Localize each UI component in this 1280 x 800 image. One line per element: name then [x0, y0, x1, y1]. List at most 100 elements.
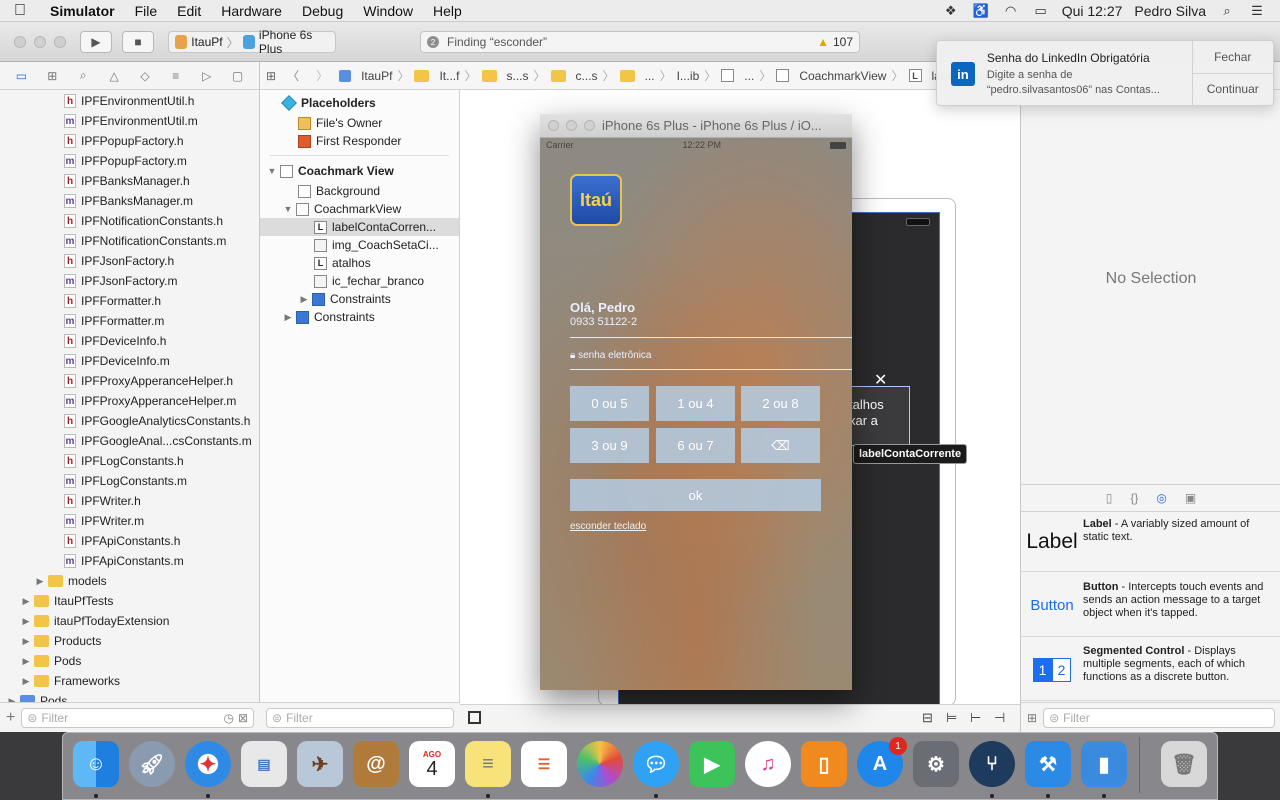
- preview-icon[interactable]: ▤: [241, 741, 287, 787]
- disclosure-closed-icon[interactable]: ▶: [298, 294, 310, 305]
- library-item-button[interactable]: Button Button - Intercepts touch events …: [1021, 575, 1280, 637]
- disclosure-closed-icon[interactable]: ▶: [20, 616, 32, 627]
- window-zoom-button[interactable]: [54, 36, 66, 48]
- source-control-filter-icon[interactable]: ⊠: [238, 711, 248, 725]
- crumb-2[interactable]: s...s: [507, 69, 529, 83]
- simulator-screen[interactable]: Carrier 12:22 PM Itaú Olá, Pedro 0933 51…: [540, 138, 852, 690]
- key-3-or-9[interactable]: 3 ou 9: [570, 428, 649, 463]
- navigator-filter[interactable]: ⊜ Filter ◷ ⊠: [21, 707, 254, 728]
- file-item[interactable]: m IPFDeviceInfo.m: [0, 351, 259, 371]
- file-item[interactable]: h IPFDeviceInfo.h: [0, 331, 259, 351]
- crumb-4[interactable]: ...: [645, 69, 655, 83]
- menu-clock[interactable]: Qui 12:27: [1062, 3, 1123, 19]
- notification-close-button[interactable]: Fechar: [1192, 41, 1273, 74]
- window-close-button[interactable]: [14, 36, 26, 48]
- itunes-icon[interactable]: ♫: [745, 741, 791, 787]
- menu-app-name[interactable]: Simulator: [40, 3, 125, 19]
- file-item[interactable]: h IPFPopupFactory.h: [0, 131, 259, 151]
- reminders-icon[interactable]: ☰: [521, 741, 567, 787]
- file-item[interactable]: m IPFFormatter.m: [0, 311, 259, 331]
- recent-files-icon[interactable]: ◷: [223, 711, 233, 725]
- group-item[interactable]: ▶ Pods: [0, 651, 259, 671]
- finder-icon[interactable]: ☺: [73, 741, 119, 787]
- crumb-5[interactable]: I...ib: [677, 69, 700, 83]
- warnings-indicator[interactable]: ▲ 107: [817, 35, 853, 49]
- library-item-segmented-control[interactable]: 1 2 Segmented Control - Displays multipl…: [1021, 639, 1280, 701]
- key-2-or-8[interactable]: 2 ou 8: [741, 386, 820, 421]
- calendar-icon[interactable]: AGO 4: [409, 741, 455, 787]
- file-item[interactable]: h IPFGoogleAnalyticsConstants.h: [0, 411, 259, 431]
- safari-icon[interactable]: ✦: [185, 741, 231, 787]
- group-item[interactable]: ▶ Frameworks: [0, 671, 259, 691]
- file-item[interactable]: m IPFApiConstants.m: [0, 551, 259, 571]
- ok-button[interactable]: ok: [570, 479, 821, 511]
- file-item[interactable]: h IPFProxyApperanceHelper.h: [0, 371, 259, 391]
- search-icon[interactable]: ⌕: [74, 68, 92, 84]
- outline-label-conta-corrente[interactable]: L labelContaCorren...: [260, 218, 459, 236]
- crumb-project[interactable]: ItauPf: [361, 69, 392, 83]
- notification-continue-button[interactable]: Continuar: [1193, 74, 1273, 106]
- contacts-icon[interactable]: @: [353, 741, 399, 787]
- menu-window[interactable]: Window: [353, 3, 423, 19]
- disclosure-closed-icon[interactable]: ▶: [20, 596, 32, 607]
- key-0-or-5[interactable]: 0 ou 5: [570, 386, 649, 421]
- file-template-icon[interactable]: ▯: [1106, 491, 1113, 505]
- toggle-outline-icon[interactable]: [468, 711, 481, 724]
- file-item[interactable]: m IPFJsonFactory.m: [0, 271, 259, 291]
- photo-booth-icon[interactable]: ✈︎: [297, 741, 343, 787]
- crumb-1[interactable]: It...f: [439, 69, 459, 83]
- group-item[interactable]: ▶ models: [0, 571, 259, 591]
- breakpoint-icon[interactable]: ▷: [198, 68, 216, 84]
- file-item[interactable]: h IPFWriter.h: [0, 491, 259, 511]
- crumb-6[interactable]: ...: [744, 69, 754, 83]
- sim-minimize-button[interactable]: [566, 120, 577, 131]
- back-button[interactable]: 〈: [281, 67, 305, 84]
- file-item[interactable]: m IPFEnvironmentUtil.m: [0, 111, 259, 131]
- file-item[interactable]: m IPFLogConstants.m: [0, 471, 259, 491]
- test-icon[interactable]: ◇: [136, 68, 154, 84]
- outline-atalhos[interactable]: L atalhos: [260, 254, 459, 272]
- file-item[interactable]: h IPFLogConstants.h: [0, 451, 259, 471]
- disclosure-closed-icon[interactable]: ▶: [20, 656, 32, 667]
- library-item-label[interactable]: Label Label - A variably sized amount of…: [1021, 512, 1280, 572]
- file-item[interactable]: m IPFBanksManager.m: [0, 191, 259, 211]
- file-item[interactable]: m IPFWriter.m: [0, 511, 259, 531]
- file-item[interactable]: m IPFPopupFactory.m: [0, 151, 259, 171]
- system-preferences-icon[interactable]: ⚙: [913, 741, 959, 787]
- accessibility-icon[interactable]: ♿: [972, 3, 990, 19]
- backspace-key[interactable]: ⌫: [741, 428, 820, 463]
- group-item[interactable]: ▶ ItauPfTests: [0, 591, 259, 611]
- file-item[interactable]: m IPFGoogleAnal...csConstants.m: [0, 431, 259, 451]
- crumb-3[interactable]: c...s: [576, 69, 598, 83]
- forward-button[interactable]: 〉: [310, 67, 334, 84]
- media-library-icon[interactable]: ▣: [1185, 491, 1196, 505]
- crumb-coachmarkview[interactable]: CoachmarkView: [799, 69, 886, 83]
- stack-icon[interactable]: ⊟: [922, 710, 933, 726]
- outline-coachmarkview[interactable]: ▼ CoachmarkView: [260, 200, 459, 218]
- outline-constraints-outer[interactable]: ▶ Constraints: [260, 308, 459, 326]
- file-item[interactable]: h IPFApiConstants.h: [0, 531, 259, 551]
- outline-filter[interactable]: ⊜ Filter: [266, 707, 454, 728]
- issue-icon[interactable]: △: [105, 68, 123, 84]
- messages-icon[interactable]: 💬︎: [633, 741, 679, 787]
- related-items-icon[interactable]: ⊞: [266, 69, 276, 83]
- file-item[interactable]: m IPFProxyApperanceHelper.m: [0, 391, 259, 411]
- menu-file[interactable]: File: [125, 3, 168, 19]
- window-minimize-button[interactable]: [34, 36, 46, 48]
- facetime-icon[interactable]: ▶: [689, 741, 735, 787]
- outline-files-owner[interactable]: File's Owner: [260, 114, 459, 132]
- battery-icon[interactable]: ▭: [1032, 3, 1050, 19]
- disclosure-closed-icon[interactable]: ▶: [282, 312, 294, 323]
- report-icon[interactable]: ▢: [229, 68, 247, 84]
- add-icon[interactable]: +: [6, 709, 15, 727]
- hierarchy-icon[interactable]: ⊞: [43, 68, 61, 84]
- notification-center-icon[interactable]: ☰: [1248, 3, 1266, 19]
- disclosure-open-icon[interactable]: ▼: [266, 166, 278, 176]
- password-field[interactable]: 🔒︎ senha eletrônica: [570, 350, 652, 361]
- wifi-icon[interactable]: ◠: [1002, 3, 1020, 19]
- notes-icon[interactable]: ≡: [465, 741, 511, 787]
- stop-button[interactable]: ■: [122, 31, 154, 53]
- apple-menu-icon[interactable]: : [0, 2, 40, 20]
- sim-close-button[interactable]: [548, 120, 559, 131]
- outline-coachmark-view-root[interactable]: ▼ Coachmark View: [260, 160, 459, 182]
